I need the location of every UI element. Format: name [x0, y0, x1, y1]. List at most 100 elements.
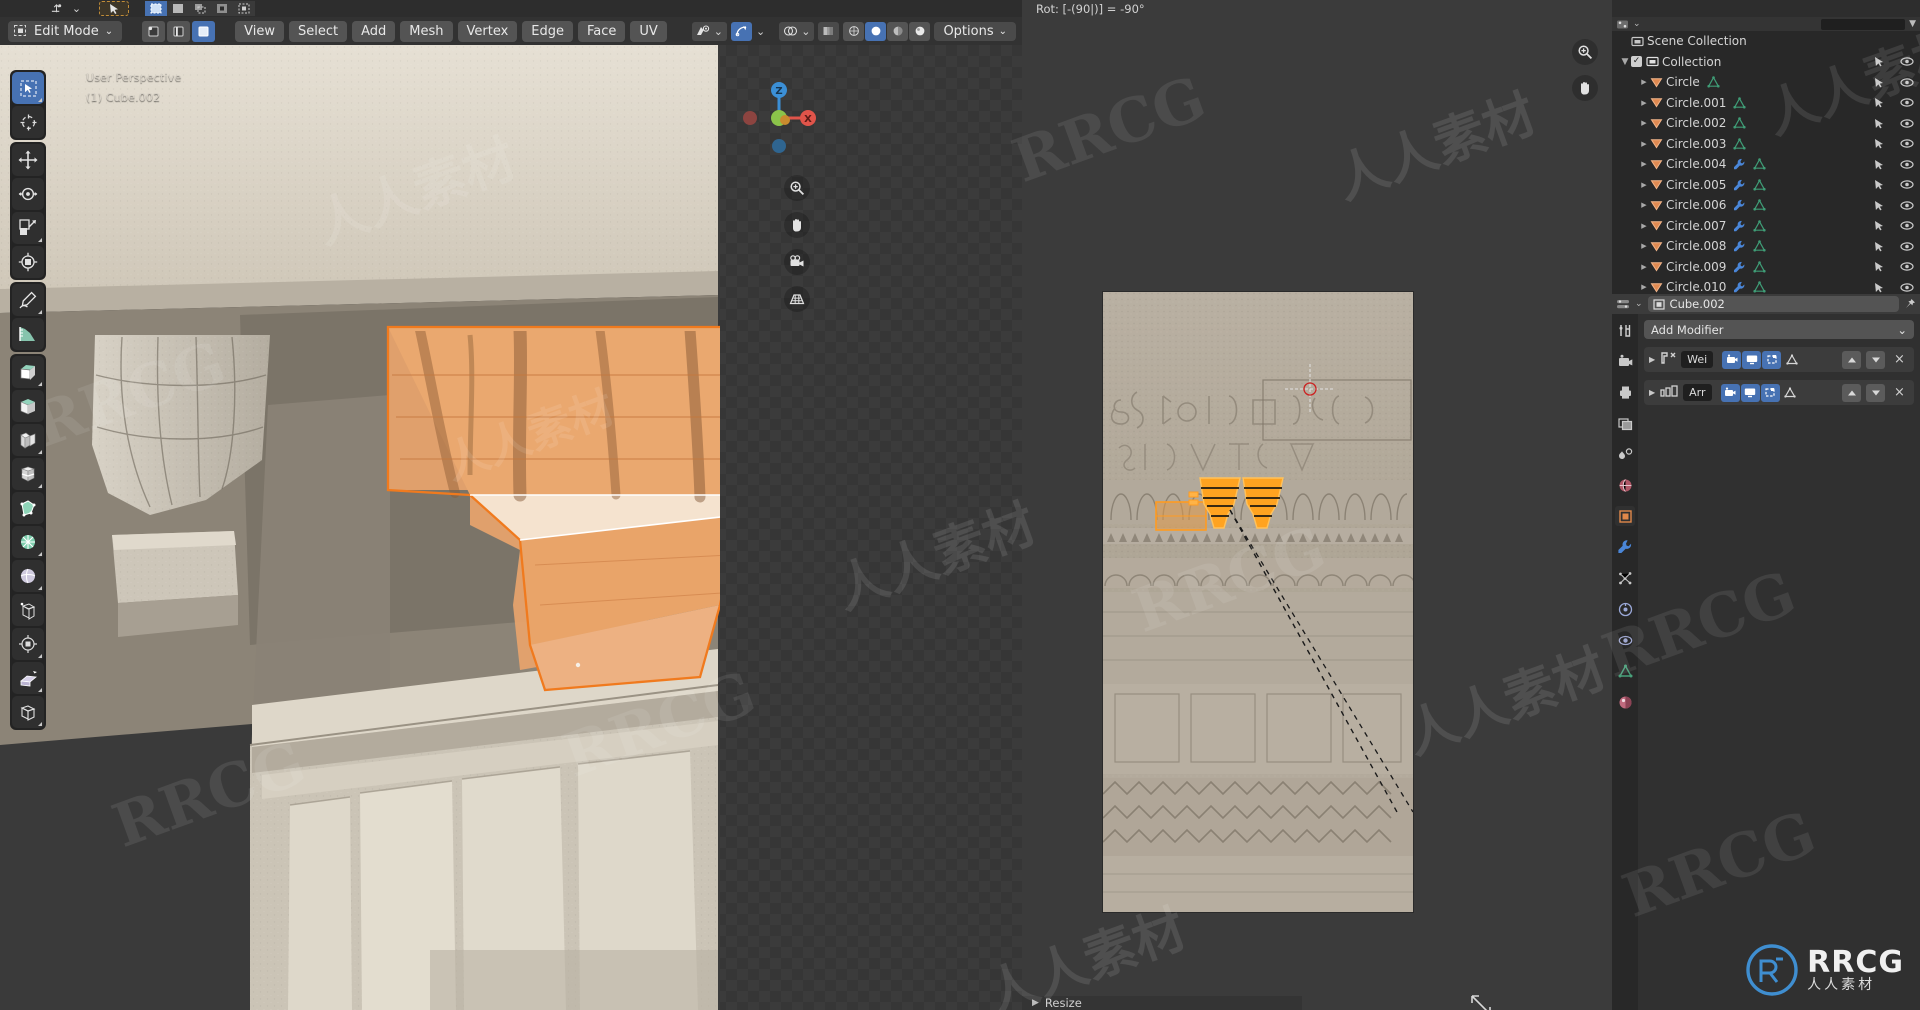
- cursor-tool-group[interactable]: ⌄: [48, 2, 85, 16]
- modifier-row[interactable]: ▶ Wei ×: [1644, 347, 1914, 372]
- hide-in-viewport-icon[interactable]: [1900, 282, 1914, 293]
- move-tool-icon[interactable]: [12, 144, 44, 176]
- extrude-region-tool-icon[interactable]: [12, 356, 44, 388]
- zoom-icon[interactable]: [784, 175, 810, 201]
- pin-icon[interactable]: [1904, 295, 1916, 314]
- modifier-toggle-cage[interactable]: [1781, 384, 1800, 402]
- modifier-rows[interactable]: ▶ Wei × ▶ Arr ×: [1644, 347, 1914, 405]
- constraints-icon[interactable]: [1615, 630, 1635, 650]
- chevron-down-icon[interactable]: ⌄: [714, 25, 723, 38]
- disclosure-triangle-icon[interactable]: ▶: [1638, 140, 1650, 148]
- selectable-icon[interactable]: [1874, 261, 1886, 272]
- hide-in-viewport-icon[interactable]: [1900, 56, 1914, 67]
- outliner-row-toggles[interactable]: [1874, 241, 1914, 252]
- editor-type-icon[interactable]: [1616, 295, 1630, 314]
- outliner-row-object[interactable]: ▶ Circle.007: [1612, 216, 1920, 237]
- outliner-row-toggles[interactable]: [1874, 118, 1914, 129]
- scale-tool-icon[interactable]: [12, 212, 44, 244]
- disclosure-triangle-icon[interactable]: ▶: [1638, 119, 1650, 127]
- modifier-stack[interactable]: Add Modifier ⌄ ▶ Wei × ▶ Arr ×: [1638, 314, 1920, 1010]
- navigation-gizmo[interactable]: Z X: [736, 75, 822, 161]
- disclosure-triangle-icon[interactable]: ▶: [1638, 201, 1650, 209]
- outliner-row-object[interactable]: ▶ Circle.005: [1612, 175, 1920, 196]
- selectable-icon[interactable]: [1874, 282, 1886, 293]
- disclosure-triangle-icon[interactable]: ▶: [1638, 99, 1650, 107]
- select-invert-icon[interactable]: [211, 1, 233, 16]
- disclosure-triangle-icon[interactable]: ▶: [1638, 222, 1650, 230]
- options-dropdown[interactable]: Options ⌄: [934, 21, 1016, 41]
- render-icon[interactable]: [1615, 351, 1635, 371]
- disclosure-triangle-icon[interactable]: ▶: [1638, 160, 1650, 168]
- modifier-toggle-edit-mode[interactable]: [1760, 383, 1780, 402]
- measure-tool-icon[interactable]: [12, 318, 44, 350]
- face-select-icon[interactable]: [192, 20, 216, 42]
- chevron-down-icon[interactable]: ⌄: [1897, 323, 1907, 337]
- disclosure-triangle-icon[interactable]: ▶: [1638, 283, 1650, 291]
- gizmo-toggle[interactable]: [731, 21, 752, 41]
- smooth-tool-icon[interactable]: [12, 594, 44, 626]
- select-extend-icon[interactable]: [167, 1, 189, 16]
- wireframe-shading-icon[interactable]: [843, 21, 865, 41]
- selectable-icon[interactable]: [1874, 97, 1886, 108]
- move-up-button[interactable]: [1842, 383, 1861, 402]
- disclosure-triangle-icon[interactable]: ▶: [1638, 263, 1650, 271]
- outliner-row-scene-collection[interactable]: Scene Collection: [1612, 31, 1920, 52]
- selectable-icon[interactable]: [1874, 118, 1886, 129]
- chevron-down-icon[interactable]: ⌄: [105, 26, 113, 37]
- viewport-nav-buttons[interactable]: [784, 175, 810, 312]
- properties-editor[interactable]: ⌄ Cube.002 Add Modifier ⌄ ▶ Wei × ▶ Arr …: [1612, 294, 1920, 1010]
- inset-faces-tool-icon[interactable]: [12, 390, 44, 422]
- filter-icon[interactable]: ▼: [1909, 19, 1916, 29]
- shrink-fatten-tool-icon[interactable]: [12, 628, 44, 660]
- menu-view[interactable]: View: [235, 20, 284, 42]
- chevron-down-icon[interactable]: ⌄: [999, 26, 1007, 37]
- material-icon[interactable]: [1615, 692, 1635, 712]
- modifier-toggle-edit-mode[interactable]: [1762, 350, 1782, 369]
- knife-tool-icon[interactable]: [12, 492, 44, 524]
- search-input[interactable]: [1821, 18, 1906, 30]
- move-cursor-icon[interactable]: [48, 2, 65, 16]
- mode-selector[interactable]: Edit Mode ⌄: [8, 20, 123, 42]
- outliner-row-object[interactable]: ▶ Circle: [1612, 72, 1920, 93]
- hide-in-viewport-icon[interactable]: [1900, 261, 1914, 272]
- loop-cut-tool-icon[interactable]: [12, 458, 44, 490]
- selectable-icon[interactable]: [1874, 138, 1886, 149]
- outliner-row-toggles[interactable]: [1874, 159, 1914, 170]
- camera-icon[interactable]: [784, 249, 810, 275]
- world-icon[interactable]: [1615, 475, 1635, 495]
- modifier-toggle-realtime[interactable]: [1742, 350, 1762, 369]
- selectable-icon[interactable]: [1874, 220, 1886, 231]
- chevron-down-icon[interactable]: ⌄: [756, 25, 765, 38]
- hide-in-viewport-icon[interactable]: [1900, 97, 1914, 108]
- menu-uv[interactable]: UV: [630, 20, 667, 42]
- visibility-dropdown[interactable]: ⌄: [691, 21, 727, 41]
- output-icon[interactable]: [1615, 382, 1635, 402]
- overlays-dropdown[interactable]: ⌄: [779, 21, 815, 41]
- chevron-down-icon[interactable]: ⌄: [1633, 19, 1641, 29]
- modifier-row[interactable]: ▶ Arr ×: [1644, 380, 1914, 405]
- modifier-name-field[interactable]: Arr: [1683, 384, 1712, 401]
- xray-toggle[interactable]: [818, 21, 840, 41]
- particles-icon[interactable]: [1615, 568, 1635, 588]
- object-name-field[interactable]: Cube.002: [1647, 296, 1899, 312]
- pan-icon[interactable]: [1572, 75, 1598, 101]
- selectable-icon[interactable]: [1874, 159, 1886, 170]
- menu-vertex[interactable]: Vertex: [457, 20, 518, 42]
- shading-mode-group[interactable]: [843, 21, 931, 41]
- poly-build-tool-icon[interactable]: [12, 526, 44, 558]
- outliner-row-toggles[interactable]: [1874, 220, 1914, 231]
- menu-edge[interactable]: Edge: [522, 20, 574, 42]
- outliner-row-object[interactable]: ▶ Circle.001: [1612, 93, 1920, 114]
- tool-icon[interactable]: [1615, 320, 1635, 340]
- outliner-row-object[interactable]: ▶ Circle.002: [1612, 113, 1920, 134]
- outliner-row-object[interactable]: ▶ Circle.004: [1612, 154, 1920, 175]
- properties-tab-column[interactable]: [1612, 314, 1638, 1010]
- selectable-icon[interactable]: [1874, 241, 1886, 252]
- transform-tool-icon[interactable]: [12, 246, 44, 278]
- outliner-row-toggles[interactable]: [1874, 261, 1914, 272]
- move-down-button[interactable]: [1866, 383, 1885, 402]
- physics-icon[interactable]: [1615, 599, 1635, 619]
- spin-tool-icon[interactable]: [12, 560, 44, 592]
- status-bar[interactable]: ▶ Resize: [1022, 996, 1302, 1010]
- rotate-tool-icon[interactable]: [12, 178, 44, 210]
